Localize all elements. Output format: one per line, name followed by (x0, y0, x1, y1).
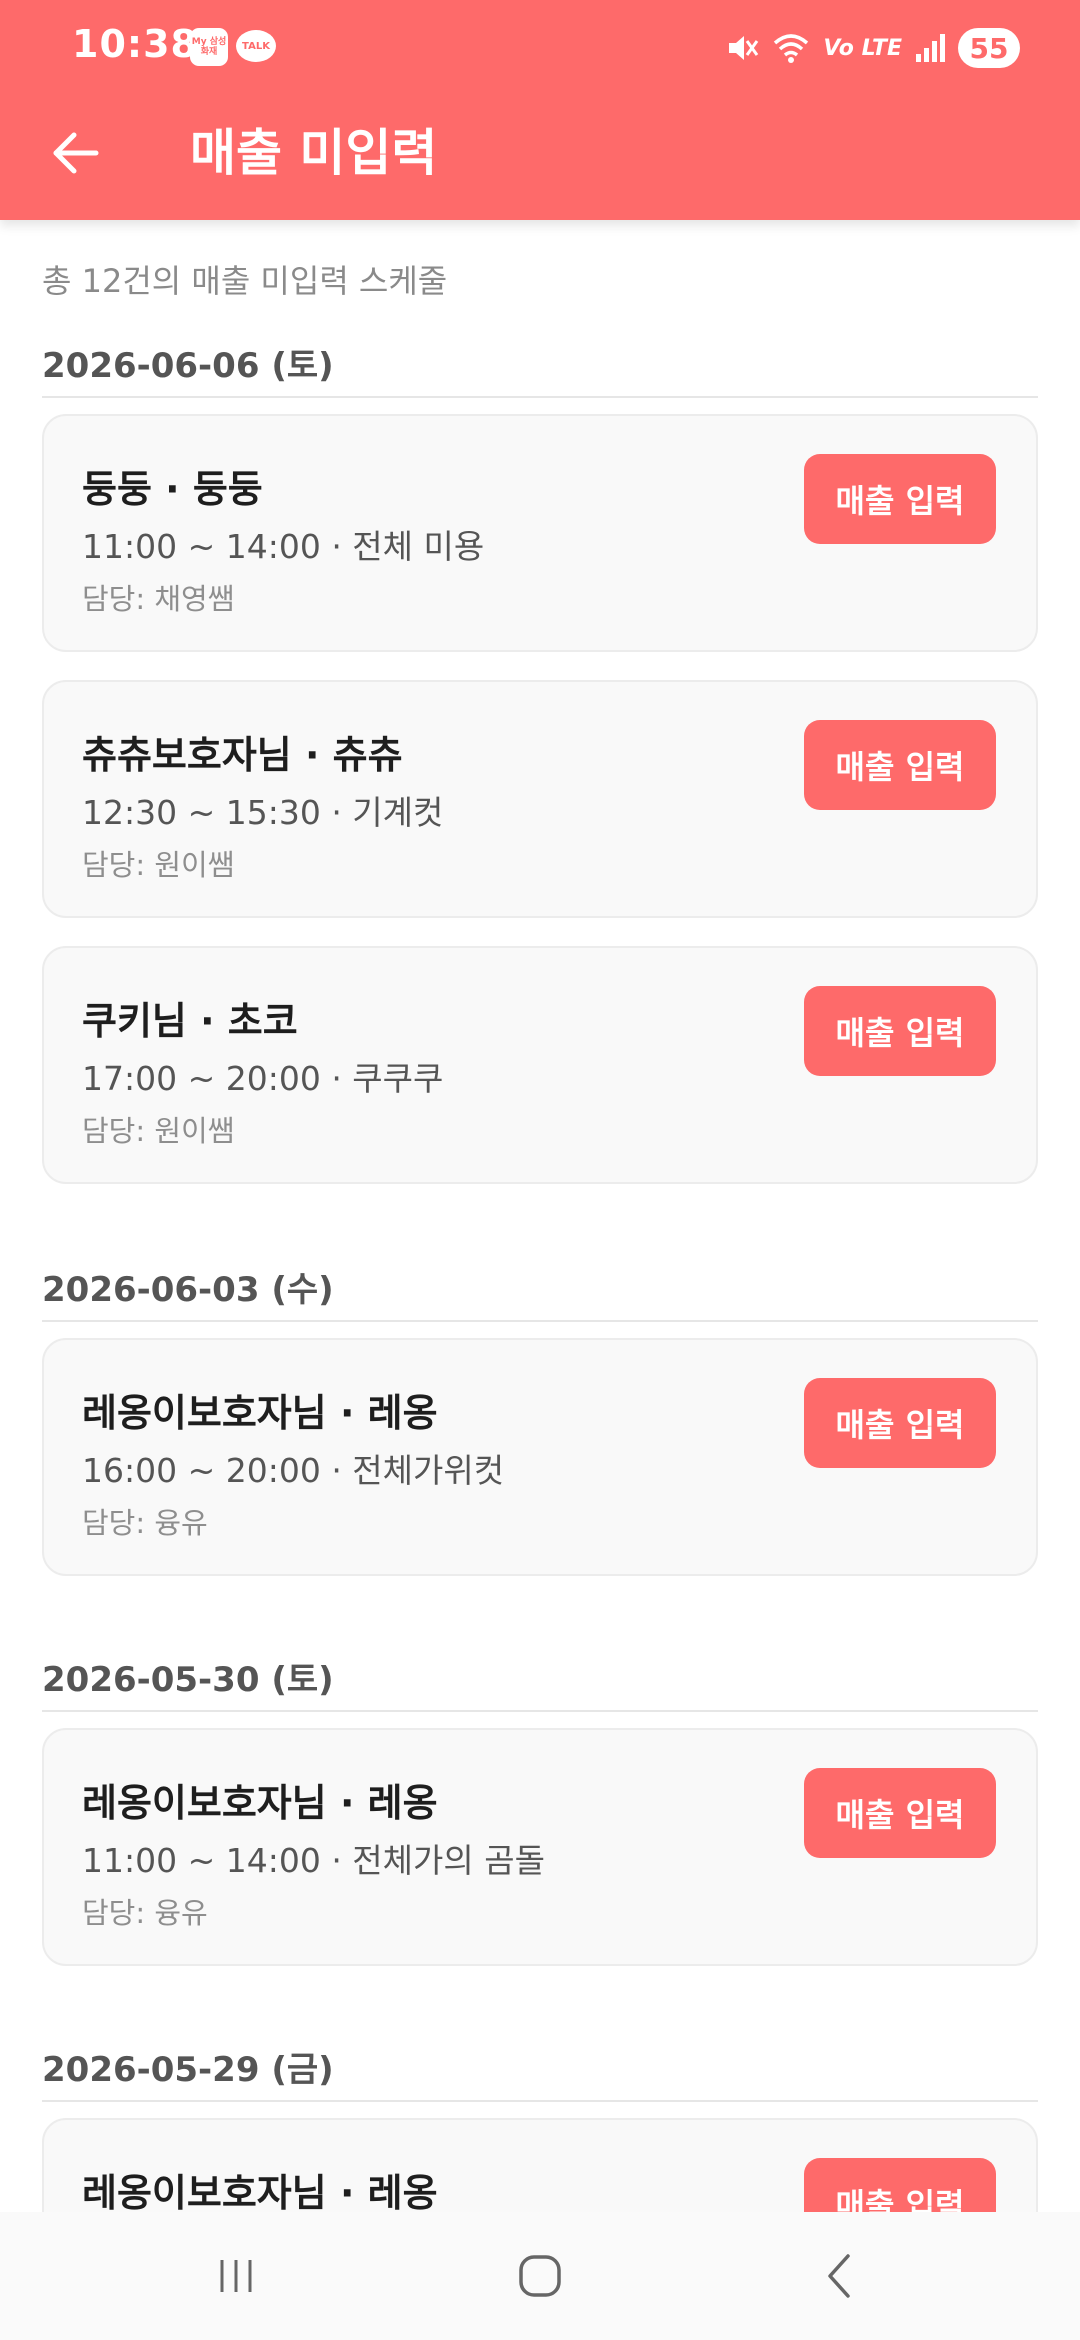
sales-input-button[interactable]: 매출 입력 (804, 986, 996, 1076)
sales-input-button[interactable]: 매출 입력 (804, 1378, 996, 1468)
summary-text: 총 12건의 매출 미입력 스케줄 (42, 262, 448, 300)
card-time: 16:00 ~ 20:00 · 전체가위컷 (82, 1451, 505, 1490)
date-header: 2026-05-29 (금) (42, 2042, 1038, 2102)
insurance-app-label: My 삼성화재 (191, 37, 227, 57)
top-bar: 10:38 My 삼성화재 TALK Vo LTE 55 매출 미입력 (0, 0, 1080, 220)
wifi-icon (774, 34, 809, 63)
card-time: 17:00 ~ 20:00 · 쿠쿠쿠 (82, 1059, 444, 1098)
schedule-list[interactable]: 총 12건의 매출 미입력 스케줄 2026-06-06 (토) 둥둥 · 둥둥… (0, 220, 1080, 2212)
talk-label: TALK (242, 40, 270, 52)
schedule-card[interactable]: 츄츄보호자님 · 츄츄 12:30 ~ 15:30 · 기계컷 담당: 원이쌤 … (42, 680, 1038, 918)
sales-input-button[interactable]: 매출 입력 (804, 720, 996, 810)
system-navigation-bar (0, 2212, 1080, 2340)
back-button[interactable] (40, 118, 110, 188)
card-title: 둥둥 · 둥둥 (82, 467, 263, 511)
signal-icon (916, 34, 945, 62)
sales-input-button[interactable]: 매출 입력 (804, 2158, 996, 2212)
schedule-card[interactable]: 레옹이보호자님 · 레옹 11:00 ~ 14:00 · 전체가의 곰돌 담당:… (42, 1728, 1038, 1966)
card-time: 11:00 ~ 14:00 · 전체 미용 (82, 527, 485, 566)
home-icon (519, 2255, 561, 2297)
talk-icon: TALK (236, 30, 276, 62)
schedule-card[interactable]: 레옹이보호자님 · 레옹 16:00 ~ 20:00 · 전체가위컷 담당: 융… (42, 1338, 1038, 1576)
volte-indicator: Vo LTE (823, 35, 902, 61)
recents-button[interactable] (176, 2236, 296, 2316)
status-bar: 10:38 My 삼성화재 TALK Vo LTE 55 (0, 0, 1080, 96)
card-title: 쿠키님 · 초코 (82, 999, 298, 1043)
chevron-left-icon (828, 2254, 850, 2298)
card-title: 레옹이보호자님 · 레옹 (82, 2171, 438, 2212)
status-time: 10:38 (72, 22, 198, 66)
recents-icon (220, 2260, 252, 2292)
date-header: 2026-06-03 (수) (42, 1262, 1038, 1322)
page-title: 매출 미입력 (190, 124, 438, 182)
card-title: 츄츄보호자님 · 츄츄 (82, 733, 403, 777)
nav-back-button[interactable] (780, 2236, 900, 2316)
card-time: 11:00 ~ 14:00 · 전체가의 곰돌 (82, 1841, 545, 1880)
card-staff: 담당: 융유 (82, 1506, 208, 1540)
sales-input-button[interactable]: 매출 입력 (804, 1768, 996, 1858)
arrow-left-icon (53, 132, 99, 174)
card-staff: 담당: 채영쌤 (82, 582, 235, 616)
battery-indicator: 55 (958, 28, 1020, 68)
card-title: 레옹이보호자님 · 레옹 (82, 1781, 438, 1825)
app-bar: 매출 미입력 (0, 96, 1080, 220)
card-time: 12:30 ~ 15:30 · 기계컷 (82, 793, 444, 832)
home-button[interactable] (480, 2236, 600, 2316)
card-staff: 담당: 원이쌤 (82, 848, 235, 882)
card-staff: 담당: 융유 (82, 1896, 208, 1930)
card-staff: 담당: 원이쌤 (82, 1114, 235, 1148)
schedule-card[interactable]: 쿠키님 · 초코 17:00 ~ 20:00 · 쿠쿠쿠 담당: 원이쌤 매출 … (42, 946, 1038, 1184)
sales-input-button[interactable]: 매출 입력 (804, 454, 996, 544)
status-icons: Vo LTE 55 (725, 24, 1020, 72)
mute-icon (729, 36, 759, 60)
date-header: 2026-06-06 (토) (42, 338, 1038, 398)
schedule-card[interactable]: 레옹이보호자님 · 레옹 매출 입력 (42, 2118, 1038, 2212)
insurance-app-icon: My 삼성화재 (190, 28, 228, 66)
date-header: 2026-05-30 (토) (42, 1652, 1038, 1712)
schedule-card[interactable]: 둥둥 · 둥둥 11:00 ~ 14:00 · 전체 미용 담당: 채영쌤 매출… (42, 414, 1038, 652)
card-title: 레옹이보호자님 · 레옹 (82, 1391, 438, 1435)
